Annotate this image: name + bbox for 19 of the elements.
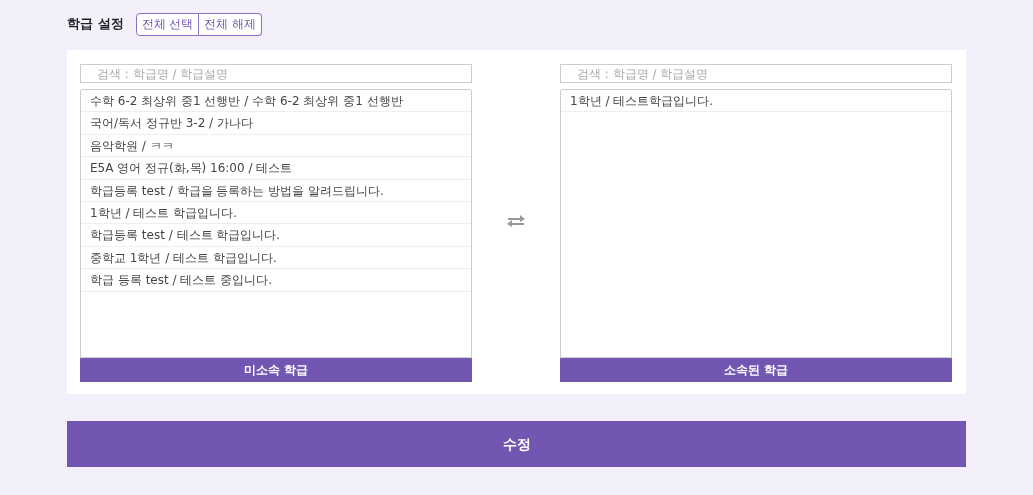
list-item[interactable]: 수학 6-2 최상위 중1 선행반 / 수학 6-2 최상위 중1 선행반 — [81, 90, 471, 113]
list-item[interactable]: 국어/독서 정규반 3-2 / 가나다 — [81, 112, 471, 135]
search-field[interactable]: 검색 : 학급명 / 학급설명 — [80, 64, 472, 83]
submit-button[interactable]: 수정 — [67, 421, 966, 467]
list-footer: 소속된 학급 — [560, 358, 952, 382]
list-item[interactable]: 1학년 / 테스트학급입니다. — [561, 90, 951, 113]
list-item[interactable]: 1학년 / 테스트 학급입니다. — [81, 201, 471, 225]
list-item[interactable]: 학급등록 test / 테스트 학급입니다. — [81, 224, 471, 247]
select-button[interactable]: 전체 해제 — [199, 12, 263, 36]
swap-icon[interactable] — [506, 214, 526, 228]
list-item[interactable]: 음악학원 / ㅋㅋ — [81, 134, 471, 158]
search-field[interactable]: 검색 : 학급명 / 학급설명 — [560, 64, 952, 83]
list-footer: 미소속 학급 — [80, 358, 472, 382]
list-item[interactable]: 중학교 1학년 / 테스트 학급입니다. — [81, 246, 471, 270]
select-button[interactable]: 전체 선택 — [135, 12, 200, 36]
list-item[interactable]: 학급등록 test / 학급을 등록하는 방법을 알려드립니다. — [81, 179, 471, 202]
list-item[interactable]: E5A 영어 정규(화,목) 16:00 / 테스트 — [81, 157, 471, 180]
list-item[interactable]: 학급 등록 test / 테스트 중입니다. — [81, 269, 471, 292]
section-title: 학급 설정 — [67, 15, 124, 34]
